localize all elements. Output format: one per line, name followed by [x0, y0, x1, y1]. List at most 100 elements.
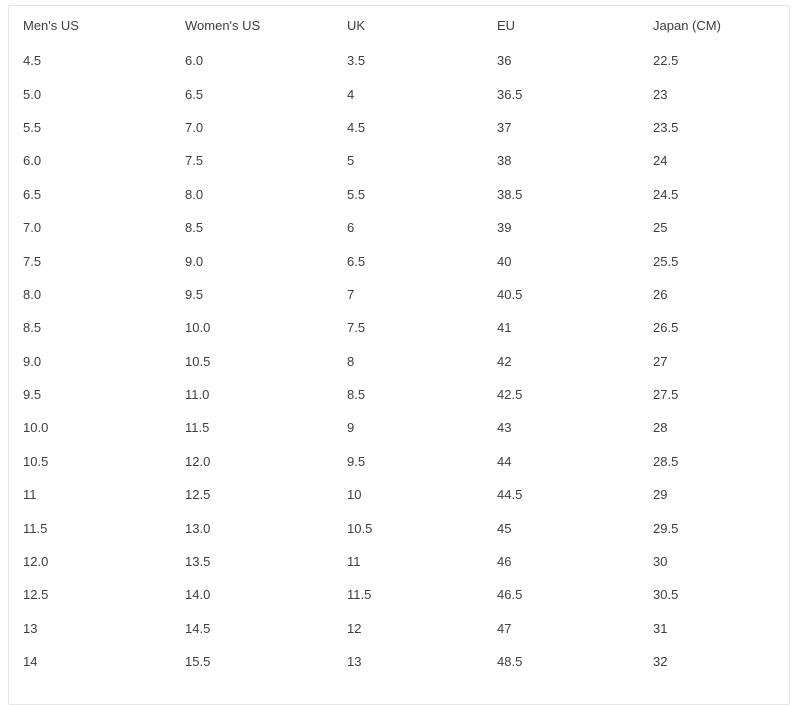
cell-japan-cm: 29.5: [653, 520, 679, 536]
cell-womens-us: 6.0: [185, 53, 204, 69]
table-row: 10.5 12.0 9.5 44 28.5: [9, 445, 789, 478]
cell-mens-us: 12.0: [23, 554, 49, 570]
cell-womens-us: 10.5: [185, 353, 211, 369]
cell-uk: 3.5: [347, 53, 366, 69]
cell-eu: 40.5: [497, 286, 523, 302]
column-header-japan-cm[interactable]: Japan (CM): [639, 6, 789, 44]
cell-uk: 8.5: [347, 387, 366, 403]
table-row: 12.0 13.5 11 46 30: [9, 545, 789, 578]
cell-womens-us: 10.0: [185, 320, 211, 336]
cell-womens-us: 6.5: [185, 86, 204, 102]
cell-uk: 5.5: [347, 186, 366, 202]
cell-uk: 7: [347, 286, 355, 302]
table-row: 14 15.5 13 48.5 32: [9, 645, 789, 678]
cell-mens-us: 5.0: [23, 86, 42, 102]
cell-womens-us: 11.0: [185, 387, 210, 403]
cell-womens-us: 7.5: [185, 153, 204, 169]
cell-mens-us: 7.0: [23, 220, 42, 236]
cell-mens-us: 8.5: [23, 320, 42, 336]
cell-japan-cm: 26.5: [653, 320, 679, 336]
cell-womens-us: 11.5: [185, 420, 210, 436]
cell-uk: 6.5: [347, 253, 366, 269]
cell-japan-cm: 27: [653, 353, 668, 369]
cell-uk: 5: [347, 153, 355, 169]
cell-uk: 11.5: [347, 587, 372, 603]
cell-mens-us: 5.5: [23, 119, 42, 135]
cell-eu: 40: [497, 253, 512, 269]
cell-womens-us: 7.0: [185, 119, 204, 135]
cell-eu: 48.5: [497, 654, 523, 670]
column-header-uk[interactable]: UK: [333, 6, 483, 44]
cell-japan-cm: 32: [653, 654, 668, 670]
cell-mens-us: 10.0: [23, 420, 49, 436]
cell-japan-cm: 28.5: [653, 453, 679, 469]
table-row: 13 14.5 12 47 31: [9, 612, 789, 645]
table-row: 11 12.5 10 44.5 29: [9, 478, 789, 511]
column-header-womens-us[interactable]: Women's US: [171, 6, 333, 44]
cell-eu: 43: [497, 420, 512, 436]
cell-eu: 36.5: [497, 86, 523, 102]
shoe-size-conversion-table: Men's US Women's US UK EU Japan (CM) 4.5 6.0 3…: [9, 6, 789, 678]
cell-womens-us: 14.5: [185, 620, 211, 636]
cell-japan-cm: 29: [653, 487, 668, 503]
cell-mens-us: 8.0: [23, 286, 42, 302]
size-chart-panel: Men's US Women's US UK EU Japan (CM) 4.5 6.0 3…: [8, 5, 790, 705]
cell-mens-us: 4.5: [23, 53, 42, 69]
table-header-row: Men's US Women's US UK EU Japan (CM): [9, 6, 789, 44]
cell-womens-us: 9.5: [185, 286, 204, 302]
cell-japan-cm: 23: [653, 86, 668, 102]
cell-mens-us: 6.0: [23, 153, 42, 169]
cell-japan-cm: 22.5: [653, 53, 679, 69]
cell-mens-us: 11: [23, 487, 37, 503]
cell-uk: 4: [347, 86, 355, 102]
column-header-mens-us[interactable]: Men's US: [9, 6, 171, 44]
cell-mens-us: 9.5: [23, 387, 42, 403]
table-row: 5.0 6.5 4 36.5 23: [9, 77, 789, 110]
cell-japan-cm: 23.5: [653, 119, 679, 135]
table-row: 8.0 9.5 7 40.5 26: [9, 278, 789, 311]
cell-womens-us: 13.0: [185, 520, 211, 536]
cell-mens-us: 7.5: [23, 253, 42, 269]
table-row: 5.5 7.0 4.5 37 23.5: [9, 111, 789, 144]
cell-uk: 4.5: [347, 119, 366, 135]
cell-japan-cm: 24.5: [653, 186, 679, 202]
cell-japan-cm: 25.5: [653, 253, 679, 269]
cell-uk: 11: [347, 554, 361, 570]
column-header-eu[interactable]: EU: [483, 6, 639, 44]
cell-womens-us: 8.0: [185, 186, 204, 202]
cell-uk: 7.5: [347, 320, 366, 336]
cell-womens-us: 12.0: [185, 453, 211, 469]
cell-mens-us: 12.5: [23, 587, 49, 603]
cell-eu: 39: [497, 220, 512, 236]
cell-womens-us: 15.5: [185, 654, 211, 670]
cell-womens-us: 13.5: [185, 554, 211, 570]
cell-mens-us: 9.0: [23, 353, 42, 369]
cell-uk: 10: [347, 487, 362, 503]
cell-eu: 41: [497, 320, 512, 336]
cell-eu: 38.5: [497, 186, 523, 202]
cell-uk: 9.5: [347, 453, 366, 469]
cell-eu: 42: [497, 353, 512, 369]
cell-uk: 10.5: [347, 520, 373, 536]
table-body: 4.5 6.0 3.5 36 22.5 5.0 6.5 4 36.5 23 5.5 7.0 4.5 37 2…: [9, 44, 789, 678]
cell-japan-cm: 24: [653, 153, 668, 169]
cell-womens-us: 9.0: [185, 253, 204, 269]
cell-japan-cm: 30: [653, 554, 668, 570]
cell-eu: 36: [497, 53, 512, 69]
table-header: Men's US Women's US UK EU Japan (CM): [9, 6, 789, 44]
cell-mens-us: 13: [23, 620, 38, 636]
table-row: 10.0 11.5 9 43 28: [9, 411, 789, 444]
cell-japan-cm: 25: [653, 220, 668, 236]
cell-eu: 45: [497, 520, 512, 536]
cell-eu: 42.5: [497, 387, 523, 403]
cell-mens-us: 6.5: [23, 186, 42, 202]
table-row: 7.5 9.0 6.5 40 25.5: [9, 244, 789, 277]
cell-uk: 9: [347, 420, 355, 436]
table-row: 9.0 10.5 8 42 27: [9, 345, 789, 378]
cell-japan-cm: 27.5: [653, 387, 679, 403]
cell-eu: 46.5: [497, 587, 523, 603]
cell-womens-us: 8.5: [185, 220, 204, 236]
cell-japan-cm: 30.5: [653, 587, 679, 603]
table-row: 12.5 14.0 11.5 46.5 30.5: [9, 578, 789, 611]
cell-mens-us: 10.5: [23, 453, 49, 469]
